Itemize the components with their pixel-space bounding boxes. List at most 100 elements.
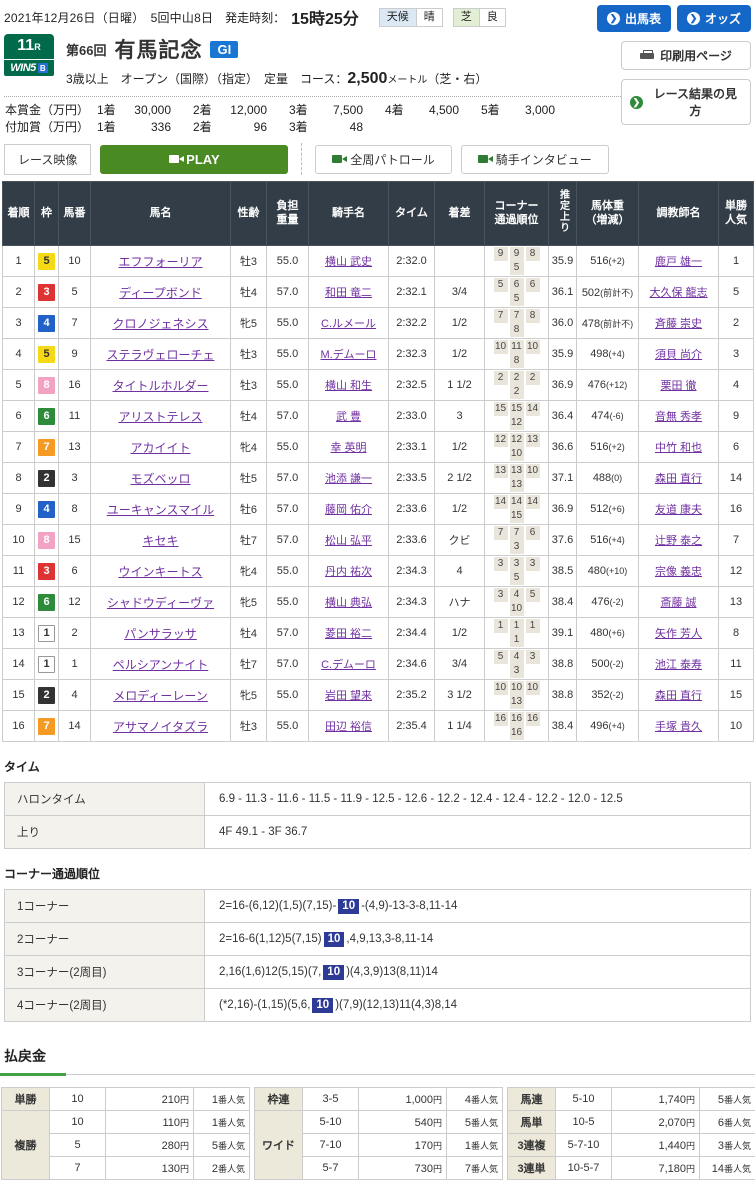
arrow-circle-icon: ❯	[607, 12, 620, 25]
trainer-link[interactable]: 大久保 龍志	[649, 287, 707, 299]
jockey-link[interactable]: 菱田 裕二	[325, 628, 372, 640]
jockey-cell: 幸 英明	[309, 432, 389, 463]
horse-name-link[interactable]: アリストテレス	[118, 410, 202, 424]
jockey-link[interactable]: 松山 弘平	[325, 535, 372, 547]
corner-position: 14	[494, 495, 508, 509]
jockey-link[interactable]: C.ルメール	[321, 318, 376, 330]
entry-table-button[interactable]: ❯ 出馬表	[597, 5, 671, 32]
trainer-link[interactable]: 宗像 義忠	[655, 566, 702, 578]
finish-position: 16	[3, 711, 35, 742]
jockey-link[interactable]: 池添 謙一	[325, 473, 372, 485]
trainer-link[interactable]: 須貝 尚介	[655, 349, 702, 361]
horse-name-link[interactable]: キセキ	[142, 534, 178, 548]
yen-suffix: 円	[686, 1141, 695, 1151]
jockey-link[interactable]: 丹内 祐次	[325, 566, 372, 578]
corner-order: 9985	[485, 246, 549, 277]
horse-name-link[interactable]: アサマノイタズラ	[113, 720, 208, 734]
jockey-link[interactable]: 藤岡 佑介	[325, 504, 372, 516]
horse-name-link[interactable]: パンサラッサ	[124, 627, 197, 641]
prize-amount: 3,000	[507, 102, 555, 119]
finish-position: 12	[3, 587, 35, 618]
horse-number: 8	[59, 494, 91, 525]
last-3f: 39.1	[549, 618, 577, 649]
corner-position: 6	[526, 526, 540, 540]
bracket-cell: 4	[35, 308, 59, 339]
sex-age: 牡7	[231, 525, 267, 556]
payout-amount: 2,070円	[612, 1111, 700, 1134]
horse-name-link[interactable]: ユーキャンスマイル	[107, 503, 214, 517]
trainer-link[interactable]: 森田 直行	[655, 473, 702, 485]
page-title: 有馬記念	[114, 34, 202, 64]
win-popularity: 16	[719, 494, 754, 525]
column-header: 騎手名	[309, 182, 389, 246]
jockey-link[interactable]: 幸 英明	[330, 442, 366, 454]
jockey-link[interactable]: 横山 和生	[325, 380, 372, 392]
carried-weight: 55.0	[267, 246, 309, 277]
jockey-link[interactable]: 横山 武史	[325, 256, 372, 268]
trainer-link[interactable]: 音無 秀孝	[655, 411, 702, 423]
play-button[interactable]: PLAY	[100, 145, 288, 174]
payout-popularity: 6番人気	[700, 1111, 755, 1134]
jockey-interview-button[interactable]: 騎手インタビュー	[461, 145, 609, 174]
winner-highlight: 10	[324, 932, 345, 947]
trainer-link[interactable]: 中竹 和也	[655, 442, 702, 454]
horse-name-link[interactable]: ステラヴェローチェ	[106, 348, 214, 362]
trainer-link[interactable]: 池江 泰寿	[655, 659, 702, 671]
horse-weight: 500(-2)	[577, 649, 639, 680]
jockey-link[interactable]: 武 豊	[336, 411, 361, 423]
jockey-link[interactable]: C.デムーロ	[321, 659, 376, 671]
horse-name-link[interactable]: ペルシアンナイト	[113, 658, 209, 672]
carried-weight: 57.0	[267, 277, 309, 308]
prize-item: 1着336	[97, 119, 193, 136]
horse-name-cell: エフフォーリア	[91, 246, 231, 277]
corner-position: 3	[494, 557, 508, 571]
trainer-link[interactable]: 鹿戸 雄一	[655, 256, 702, 268]
horse-number: 16	[59, 370, 91, 401]
jockey-link[interactable]: 岩田 望来	[325, 690, 372, 702]
last-3f: 36.4	[549, 401, 577, 432]
trainer-link[interactable]: 森田 直行	[655, 690, 702, 702]
trainer-link[interactable]: 栗田 徹	[660, 380, 696, 392]
time-section-title: タイム	[4, 758, 751, 775]
finish-time: 2:34.4	[389, 618, 435, 649]
odds-button[interactable]: ❯ オッズ	[677, 5, 751, 32]
horse-name-link[interactable]: メロディーレーン	[113, 689, 208, 703]
horse-weight-diff: (前計不)	[600, 319, 633, 329]
last-3f: 36.1	[549, 277, 577, 308]
horse-name-link[interactable]: ディープボンド	[119, 286, 201, 300]
bracket-badge: 2	[38, 470, 55, 487]
payout-popularity: 4番人気	[447, 1088, 503, 1111]
jockey-link[interactable]: 田辺 裕信	[325, 721, 372, 733]
horse-name-link[interactable]: エフフォーリア	[118, 255, 202, 269]
corner-position: 7	[510, 309, 524, 323]
patrol-video-button[interactable]: 全周パトロール	[315, 145, 451, 174]
win5-badge: WIN5 B	[4, 59, 54, 76]
prize-amount: 7,500	[315, 102, 363, 119]
jockey-link[interactable]: 横山 典弘	[325, 597, 372, 609]
trainer-link[interactable]: 辻野 泰之	[655, 535, 702, 547]
corner-position: 16	[510, 726, 524, 740]
bet-type-label: 3連単	[508, 1157, 556, 1180]
jockey-link[interactable]: 和田 竜二	[325, 287, 372, 299]
horse-name-link[interactable]: タイトルホルダー	[112, 379, 208, 393]
horse-name-link[interactable]: ウインキートス	[118, 565, 202, 579]
trainer-link[interactable]: 友道 康夫	[655, 504, 702, 516]
horse-weight-diff: (+4)	[609, 721, 625, 731]
results-guide-button[interactable]: ❯ レース結果の見方	[621, 79, 751, 125]
bracket-cell: 4	[35, 494, 59, 525]
jockey-link[interactable]: M.デムーロ	[321, 349, 377, 361]
horse-name-link[interactable]: モズベッロ	[130, 472, 190, 486]
payout-amount-value: 7,180	[658, 1163, 686, 1175]
trainer-link[interactable]: 斉藤 崇史	[655, 318, 702, 330]
finish-position: 13	[3, 618, 35, 649]
print-page-button[interactable]: 印刷用ページ	[621, 41, 751, 70]
corner-position: 9	[510, 247, 524, 261]
trainer-link[interactable]: 斎藤 誠	[660, 597, 696, 609]
horse-name-link[interactable]: アカイイト	[130, 441, 190, 455]
prize-amount: 30,000	[123, 102, 171, 119]
horse-name-link[interactable]: クロノジェネシス	[112, 317, 208, 331]
trainer-link[interactable]: 手塚 貴久	[655, 721, 702, 733]
horse-name-link[interactable]: シャドウディーヴァ	[107, 596, 214, 610]
trainer-link[interactable]: 矢作 芳人	[655, 628, 702, 640]
sex-age: 牡3	[231, 370, 267, 401]
